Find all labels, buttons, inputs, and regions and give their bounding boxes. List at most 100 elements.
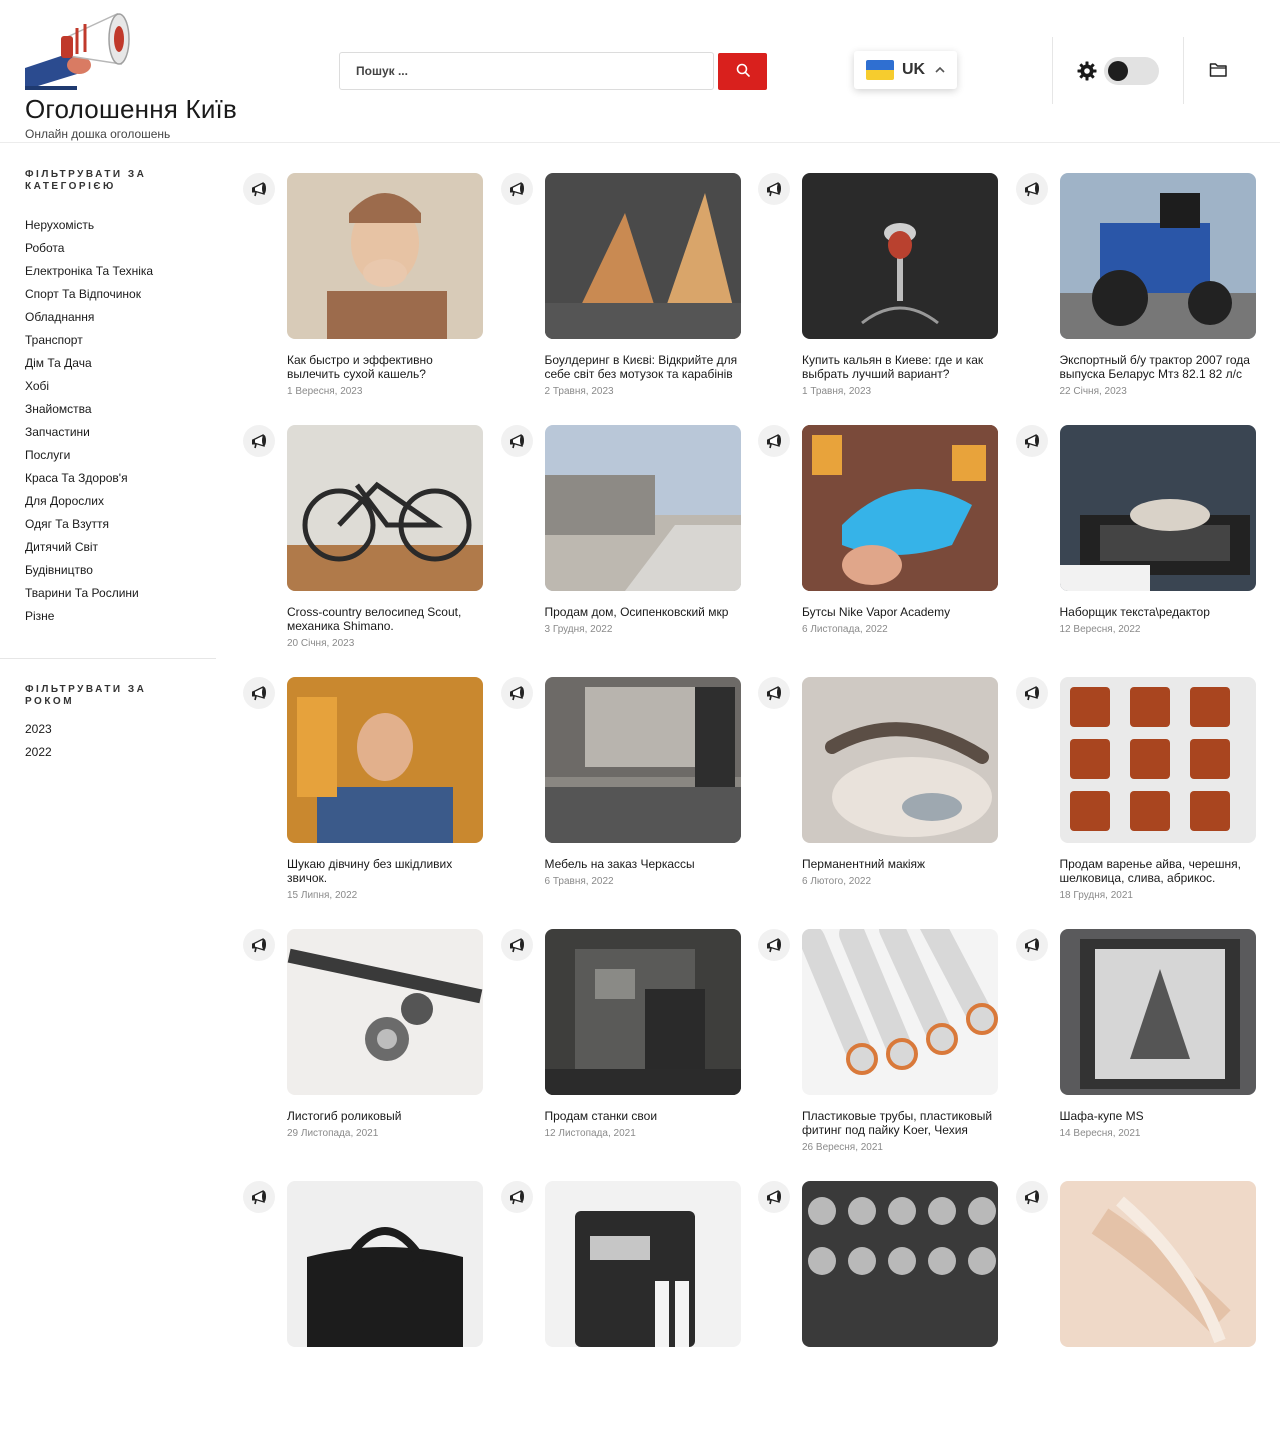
category-link[interactable]: Хобі — [25, 378, 153, 401]
language-label: UK — [902, 61, 926, 78]
search-input[interactable] — [339, 52, 714, 90]
listing-title[interactable]: Продам дом, Осипенковский мкр — [545, 605, 745, 619]
listing-card[interactable]: Купить кальян в Киеве: где и как выбрать… — [758, 173, 1003, 425]
chevron-up-icon — [935, 61, 945, 79]
listing-date: 3 Грудня, 2022 — [544, 624, 613, 635]
category-link[interactable]: Знайомства — [25, 401, 153, 424]
listing-title[interactable]: Листогиб роликовый — [287, 1109, 487, 1123]
category-link[interactable]: Нерухомість — [25, 217, 153, 240]
bicycle-photo[interactable] — [287, 425, 483, 591]
listing-card[interactable]: Продам дом, Осипенковский мкр 3 Грудня, 2… — [500, 425, 746, 677]
listing-title[interactable]: Шафа-купе MS — [1060, 1109, 1260, 1123]
listing-title[interactable]: Мебель на заказ Черкассы — [545, 857, 745, 871]
beige-fabric-photo[interactable] — [1059, 1181, 1256, 1347]
megaphone-badge-icon — [758, 1181, 790, 1213]
year-link[interactable]: 2023 — [25, 721, 52, 744]
tractor-photo[interactable] — [1059, 173, 1256, 339]
folder-icon[interactable] — [1209, 62, 1228, 83]
megaphone-logo-icon[interactable] — [25, 8, 133, 90]
kitchen-photo[interactable] — [544, 677, 741, 843]
listing-card[interactable]: Экспортный б/у трактор 2007 года выпуска… — [1015, 173, 1261, 425]
category-link[interactable]: Транспорт — [25, 332, 153, 355]
man-portrait-photo[interactable] — [287, 677, 483, 843]
category-link[interactable]: Різне — [25, 608, 153, 631]
man-coughing-photo[interactable] — [287, 173, 483, 339]
category-link[interactable]: Будівництво — [25, 562, 153, 585]
category-link[interactable]: Спорт Та Відпочинок — [25, 286, 153, 309]
listing-card[interactable] — [243, 1181, 488, 1433]
football-boots-photo[interactable] — [802, 425, 998, 591]
listing-card[interactable]: Пластиковые трубы, пластиковый фитинг по… — [758, 929, 1003, 1181]
listings-grid: Как быстро и эффективно вылечить сухой к… — [243, 173, 1263, 1433]
megaphone-badge-icon — [1015, 425, 1048, 457]
language-selector[interactable]: UK — [854, 51, 957, 89]
listing-title[interactable]: Пластиковые трубы, пластиковый фитинг по… — [802, 1109, 1002, 1137]
search-button[interactable] — [718, 53, 767, 90]
listing-date: 6 Листопада, 2022 — [802, 624, 888, 635]
listing-card[interactable] — [500, 1181, 746, 1433]
megaphone-badge-icon — [500, 173, 533, 205]
listing-card[interactable] — [758, 1181, 1003, 1433]
listing-card[interactable]: Шукаю дівчину без шкідливих звичок. 15 Ли… — [243, 677, 488, 929]
category-link[interactable]: Одяг Та Взуття — [25, 516, 153, 539]
category-link[interactable]: Електроніка Та Техніка — [25, 263, 153, 286]
listing-card[interactable] — [1015, 1181, 1261, 1433]
listing-card[interactable]: Мебель на заказ Черкассы 6 Травня, 2022 — [500, 677, 746, 929]
category-link[interactable]: Дитячий Світ — [25, 539, 153, 562]
listing-title[interactable]: Как быстро и эффективно вылечить сухой к… — [287, 353, 487, 381]
category-link[interactable]: Запчастини — [25, 424, 153, 447]
listing-card[interactable]: Продам варенье айва, черешня, шелковица,… — [1015, 677, 1261, 929]
helmets-shelf-photo[interactable] — [802, 1181, 998, 1347]
theme-toggle[interactable] — [1104, 57, 1159, 85]
category-link[interactable]: Дім Та Дача — [25, 355, 153, 378]
leather-bag-photo[interactable] — [287, 1181, 483, 1347]
header-divider — [1183, 37, 1184, 104]
battery-charger-photo[interactable] — [544, 1181, 741, 1347]
plastic-pipes-photo[interactable] — [802, 929, 998, 1095]
listing-card[interactable]: Бутсы Nike Vapor Academy 6 Листопада, 202… — [758, 425, 1003, 677]
climbing-gym-photo[interactable] — [544, 173, 741, 339]
category-link[interactable]: Послуги — [25, 447, 153, 470]
listing-date: 14 Вересня, 2021 — [1059, 1128, 1141, 1139]
megaphone-badge-icon — [500, 1181, 533, 1213]
roller-bender-photo[interactable] — [287, 929, 483, 1095]
listing-card[interactable]: Продам станки свои 12 Листопада, 2021 — [500, 929, 746, 1181]
category-link[interactable]: Для Дорослих — [25, 493, 153, 516]
gear-icon[interactable] — [1077, 61, 1097, 86]
jam-jars-photo[interactable] — [1059, 677, 1256, 843]
category-link[interactable]: Робота — [25, 240, 153, 263]
listing-title[interactable]: Боулдеринг в Києві: Відкрийте для себе с… — [545, 353, 745, 381]
listing-card[interactable]: Cross-country велосипед Scout, механика … — [243, 425, 488, 677]
megaphone-badge-icon — [758, 173, 790, 205]
listing-card[interactable]: Боулдеринг в Києві: Відкрийте для себе с… — [500, 173, 746, 425]
listing-title[interactable]: Экспортный б/у трактор 2007 года выпуска… — [1060, 353, 1260, 381]
listing-date: 12 Листопада, 2021 — [544, 1128, 636, 1139]
listing-card[interactable]: Листогиб роликовый 29 Листопада, 2021 — [243, 929, 488, 1181]
listing-title[interactable]: Купить кальян в Киеве: где и как выбрать… — [802, 353, 1002, 381]
listing-title[interactable]: Наборщик текста\редактор — [1060, 605, 1260, 619]
listing-card[interactable]: Перманентний макіяж 6 Лютого, 2022 — [758, 677, 1003, 929]
megaphone-badge-icon — [243, 425, 275, 457]
category-link[interactable]: Краса Та Здоров'я — [25, 470, 153, 493]
listing-card[interactable]: Шафа-купе MS 14 Вересня, 2021 — [1015, 929, 1261, 1181]
typing-laptop-photo[interactable] — [1059, 425, 1256, 591]
category-link[interactable]: Тварини Та Рослини — [25, 585, 153, 608]
listing-title[interactable]: Бутсы Nike Vapor Academy — [802, 605, 1002, 619]
listing-title[interactable]: Продам варенье айва, черешня, шелковица,… — [1060, 857, 1260, 885]
listing-title[interactable]: Cross-country велосипед Scout, механика … — [287, 605, 487, 633]
wardrobe-photo[interactable] — [1059, 929, 1256, 1095]
year-link[interactable]: 2022 — [25, 744, 52, 767]
listing-date: 6 Травня, 2022 — [544, 876, 614, 887]
category-link[interactable]: Обладнання — [25, 309, 153, 332]
hookah-photo[interactable] — [802, 173, 998, 339]
listing-title[interactable]: Шукаю дівчину без шкідливих звичок. — [287, 857, 487, 885]
machine-tools-photo[interactable] — [544, 929, 741, 1095]
listing-card[interactable]: Как быстро и эффективно вылечить сухой к… — [243, 173, 488, 425]
street-house-photo[interactable] — [544, 425, 741, 591]
listing-card[interactable]: Наборщик текста\редактор 12 Вересня, 2022 — [1015, 425, 1261, 677]
megaphone-badge-icon — [500, 425, 533, 457]
listing-title[interactable]: Продам станки свои — [545, 1109, 745, 1123]
site-title[interactable]: Оголошення Київ — [25, 94, 237, 125]
listing-title[interactable]: Перманентний макіяж — [802, 857, 1002, 871]
eyebrow-closeup-photo[interactable] — [802, 677, 998, 843]
